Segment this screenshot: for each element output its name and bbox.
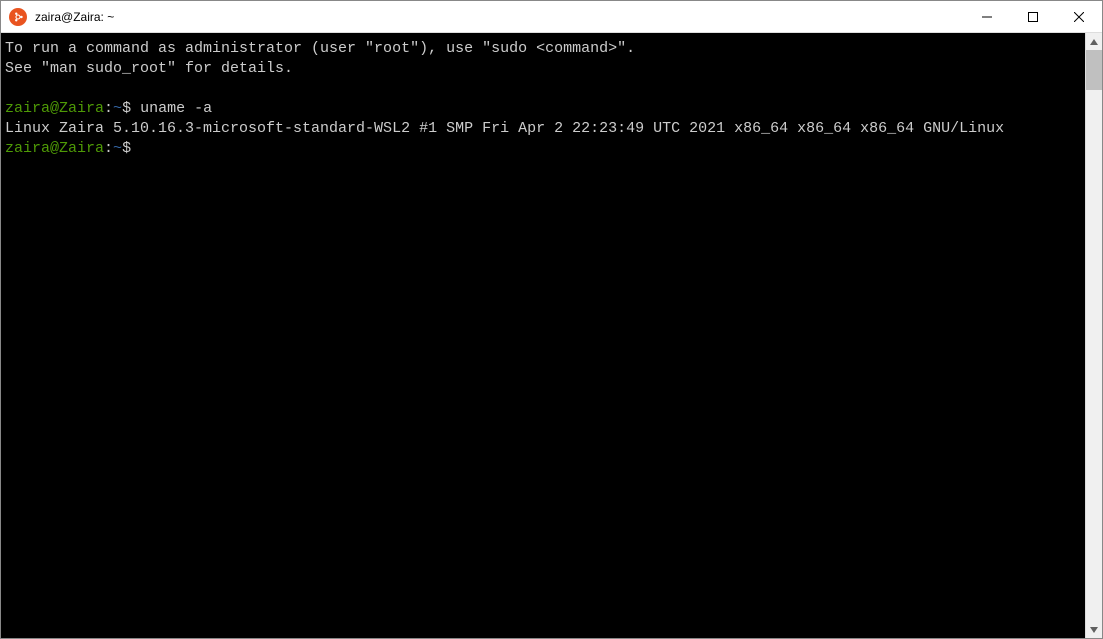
window-controls (964, 1, 1102, 32)
scroll-track[interactable] (1086, 50, 1102, 621)
window-title: zaira@Zaira: ~ (35, 10, 964, 24)
prompt-path: ~ (113, 100, 122, 117)
prompt-user-host: zaira@Zaira (5, 100, 104, 117)
maximize-button[interactable] (1010, 1, 1056, 32)
motd-text: To run a command as administrator (user … (5, 40, 635, 57)
scroll-down-arrow-icon[interactable] (1086, 621, 1102, 638)
motd-text: See "man sudo_root" for details. (5, 60, 293, 77)
prompt-colon: : (104, 140, 113, 157)
cursor (140, 140, 148, 156)
minimize-button[interactable] (964, 1, 1010, 32)
ubuntu-icon (9, 8, 27, 26)
prompt-colon: : (104, 100, 113, 117)
scroll-thumb[interactable] (1086, 50, 1102, 90)
window-titlebar: zaira@Zaira: ~ (1, 1, 1102, 33)
terminal-container: To run a command as administrator (user … (1, 33, 1102, 638)
prompt-user-host: zaira@Zaira (5, 140, 104, 157)
prompt-path: ~ (113, 140, 122, 157)
prompt-dollar: $ (122, 140, 131, 157)
terminal-output[interactable]: To run a command as administrator (user … (1, 33, 1085, 638)
command-text: uname -a (140, 100, 212, 117)
command-output: Linux Zaira 5.10.16.3-microsoft-standard… (5, 120, 1004, 137)
close-button[interactable] (1056, 1, 1102, 32)
prompt-dollar: $ (122, 100, 131, 117)
vertical-scrollbar[interactable] (1085, 33, 1102, 638)
scroll-up-arrow-icon[interactable] (1086, 33, 1102, 50)
